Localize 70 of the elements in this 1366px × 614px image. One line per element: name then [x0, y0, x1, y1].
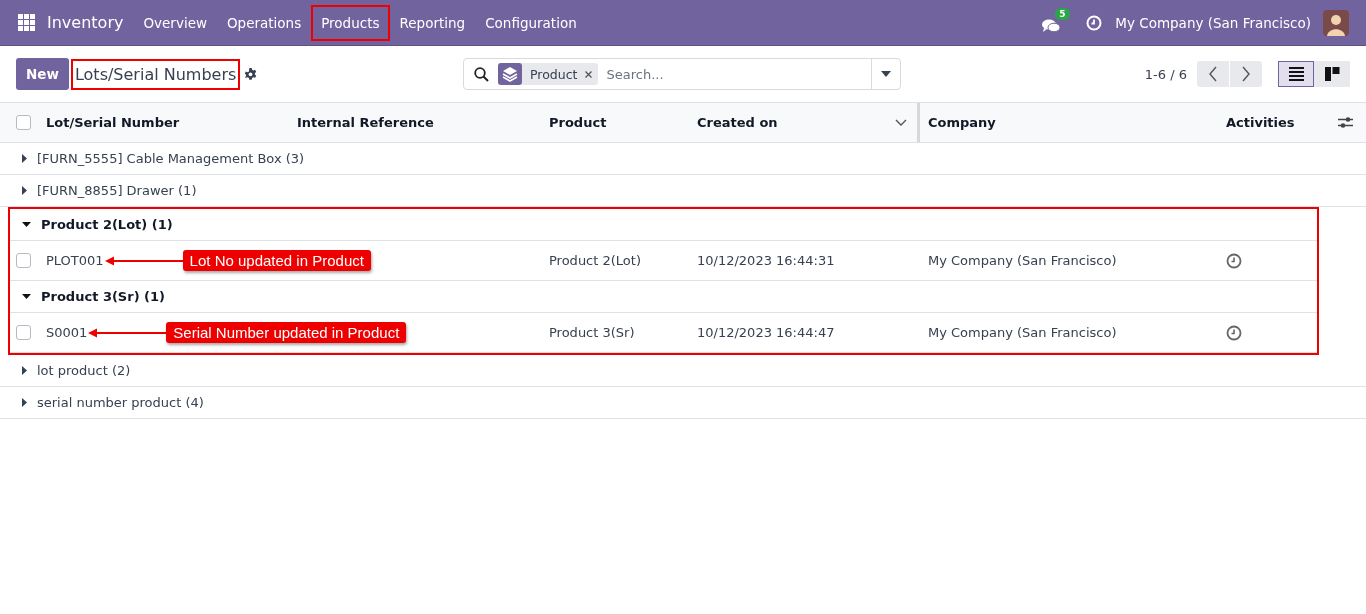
- layers-icon: [498, 63, 522, 85]
- caret-right-icon: [22, 186, 27, 195]
- column-header[interactable]: Company: [928, 115, 996, 130]
- group-row[interactable]: Product 3(Sr) (1): [10, 281, 1317, 313]
- column-header[interactable]: Internal Reference: [297, 115, 434, 130]
- caret-down-icon: [22, 222, 31, 227]
- table-cell: S0001: [46, 325, 88, 340]
- facet-label: Product: [530, 66, 578, 82]
- group-label: Product 2(Lot) (1): [41, 217, 173, 232]
- column-header[interactable]: Product: [549, 115, 607, 130]
- clock-icon[interactable]: [1226, 252, 1242, 269]
- avatar[interactable]: [1323, 9, 1349, 36]
- row-checkbox[interactable]: [16, 253, 31, 268]
- caret-right-icon: [22, 366, 27, 375]
- menu-item[interactable]: Overview: [133, 4, 217, 41]
- menu-item[interactable]: Configuration: [475, 4, 587, 41]
- caret-right-icon: [22, 398, 27, 407]
- chevron-right-icon: [1242, 66, 1250, 82]
- group-label: [FURN_8855] Drawer (1): [37, 183, 197, 198]
- menu-item[interactable]: Operations: [217, 4, 312, 41]
- callout-label: Lot No updated in Product: [182, 250, 371, 271]
- callout-label: Serial Number updated in Product: [166, 322, 407, 343]
- menu-item[interactable]: Reporting: [389, 4, 476, 41]
- chat-icon[interactable]: [1042, 18, 1061, 33]
- search-field[interactable]: Product Search...: [463, 58, 901, 90]
- group-row[interactable]: [FURN_8855] Drawer (1): [0, 175, 1366, 207]
- view-switch-button[interactable]: [1278, 61, 1314, 87]
- table-cell: PLOT001: [46, 253, 104, 268]
- column-header[interactable]: Created on: [697, 115, 778, 130]
- column-header[interactable]: Lot/Serial Number: [46, 115, 180, 130]
- list-view-icon: [1288, 67, 1304, 81]
- column-header[interactable]: Activities: [1226, 115, 1295, 130]
- group-row[interactable]: serial number product (4): [0, 387, 1366, 419]
- group-row[interactable]: [FURN_5555] Cable Management Box (3): [0, 143, 1366, 175]
- sliders-icon[interactable]: [1338, 116, 1353, 129]
- menu-item[interactable]: Products: [311, 4, 390, 41]
- chevron-left-icon: [1209, 66, 1217, 82]
- gear-icon[interactable]: [244, 67, 258, 81]
- group-label: lot product (2): [37, 363, 131, 378]
- caret-right-icon: [22, 154, 27, 163]
- chevron-down-icon[interactable]: [895, 119, 907, 126]
- search-icon: [474, 66, 489, 82]
- caret-down-icon: [22, 294, 31, 299]
- table-cell-text: Product 3(Sr): [548, 324, 636, 342]
- select-all-checkbox[interactable]: [16, 115, 31, 130]
- close-icon[interactable]: [585, 70, 593, 78]
- page-title: Lots/Serial Numbers: [70, 58, 241, 90]
- clock-icon[interactable]: [1226, 324, 1242, 341]
- table-cell-text: 10/12/2023 16:44:47: [696, 324, 836, 342]
- group-row[interactable]: lot product (2): [0, 355, 1366, 387]
- table-cell-text: My Company (San Francisco): [927, 324, 1118, 342]
- app-menu-icon[interactable]: [18, 14, 35, 31]
- caret-icon[interactable]: [881, 71, 891, 77]
- app-name[interactable]: Inventory: [47, 13, 124, 32]
- next-button[interactable]: [1230, 61, 1262, 87]
- table-cell-text: Product 2(Lot): [548, 252, 642, 270]
- group-label: Product 3(Sr) (1): [41, 289, 166, 304]
- message-count-badge: 5: [1055, 7, 1070, 20]
- previous-button[interactable]: [1197, 61, 1229, 87]
- new-button[interactable]: New: [16, 58, 69, 90]
- row-checkbox[interactable]: [16, 325, 31, 340]
- company-switcher[interactable]: My Company (San Francisco): [1115, 14, 1311, 31]
- table-cell-text: 10/12/2023 16:44:31: [696, 252, 836, 270]
- filter-facet[interactable]: Product: [498, 63, 599, 85]
- pager-value: 1-6 / 6: [1144, 66, 1187, 82]
- group-row[interactable]: Product 2(Lot) (1): [10, 209, 1317, 241]
- group-label: [FURN_5555] Cable Management Box (3): [37, 151, 305, 166]
- table-cell-text: My Company (San Francisco): [927, 252, 1118, 270]
- kanban-view-icon: [1324, 67, 1340, 81]
- group-label: serial number product (4): [37, 395, 204, 410]
